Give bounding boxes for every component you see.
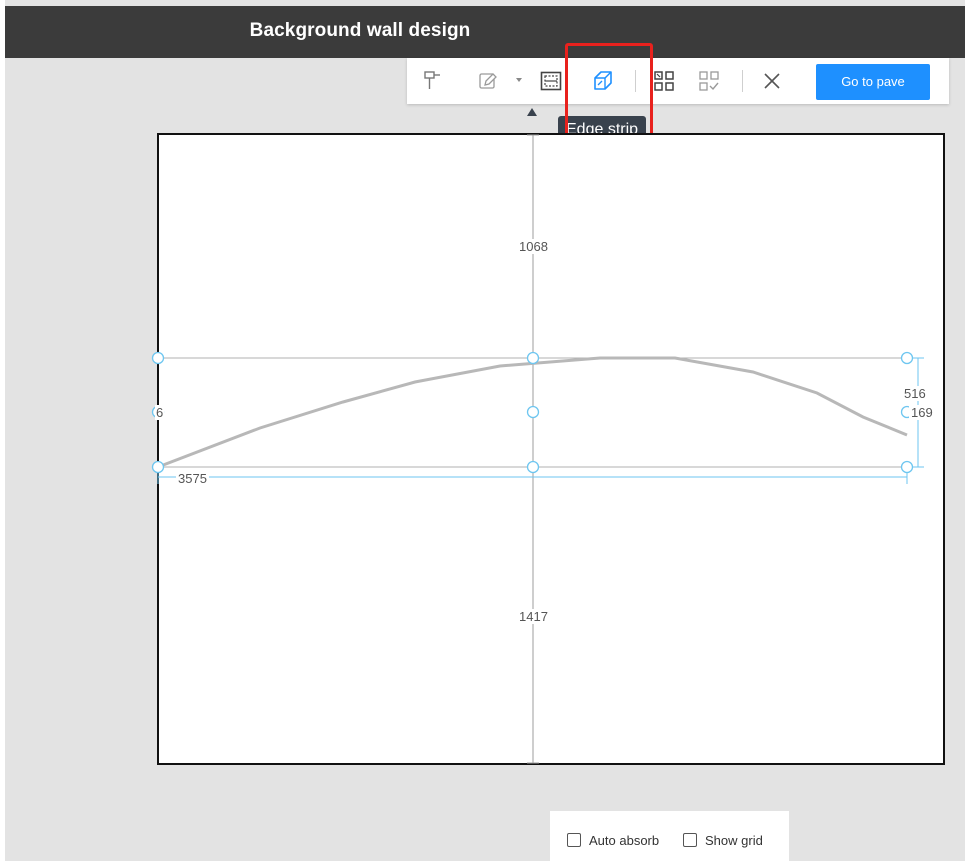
edge-strip-button[interactable] <box>590 68 616 94</box>
auto-absorb-label: Auto absorb <box>589 833 660 848</box>
dimension-label-top[interactable]: 1068 <box>518 239 549 254</box>
go-to-pave-button[interactable]: Go to pave <box>816 64 930 100</box>
design-canvas[interactable] <box>157 133 945 765</box>
show-grid-checkbox[interactable] <box>683 833 697 847</box>
app-window: Background wall design Go to pave Edge s… <box>5 0 965 861</box>
select-grid-button[interactable] <box>696 68 722 94</box>
auto-absorb-checkbox[interactable] <box>567 833 581 847</box>
merge-grid-icon <box>654 71 674 91</box>
resize-handle[interactable] <box>900 460 914 474</box>
edge-strip-icon <box>594 71 612 90</box>
center-handle[interactable] <box>526 405 540 419</box>
resize-handle[interactable] <box>151 351 165 365</box>
tooltip-arrow <box>527 108 537 116</box>
toolbar-divider <box>742 70 743 92</box>
select-grid-icon <box>699 71 719 91</box>
close-button[interactable] <box>759 68 785 94</box>
edit-button[interactable] <box>475 68 501 94</box>
close-icon <box>764 73 780 89</box>
resize-handle[interactable] <box>900 351 914 365</box>
format-painter-icon <box>424 71 440 89</box>
resize-handle[interactable] <box>526 460 540 474</box>
border-button[interactable] <box>538 68 564 94</box>
format-painter-button[interactable] <box>420 68 446 94</box>
toolbar-divider <box>635 70 636 92</box>
dimension-label-right-offset[interactable]: 169 <box>909 405 935 420</box>
merge-button[interactable] <box>651 68 677 94</box>
resize-handle[interactable] <box>526 351 540 365</box>
title-bar: Background wall design <box>5 6 965 58</box>
dimension-label-height[interactable]: 516 <box>904 386 926 401</box>
dimension-label-width[interactable]: 3575 <box>176 471 209 486</box>
chevron-down-icon[interactable] <box>514 75 524 85</box>
edit-pencil-icon <box>479 73 497 89</box>
border-frame-icon <box>540 71 562 91</box>
bottom-options-bar: Auto absorb Show grid <box>550 811 789 861</box>
resize-handle[interactable] <box>151 460 165 474</box>
dimension-label-left-offset[interactable]: 6 <box>155 405 165 420</box>
toolbar: Go to pave <box>407 58 949 104</box>
show-grid-label: Show grid <box>705 833 763 848</box>
page-title: Background wall design <box>249 20 471 41</box>
dimension-label-bottom[interactable]: 1417 <box>518 609 549 624</box>
